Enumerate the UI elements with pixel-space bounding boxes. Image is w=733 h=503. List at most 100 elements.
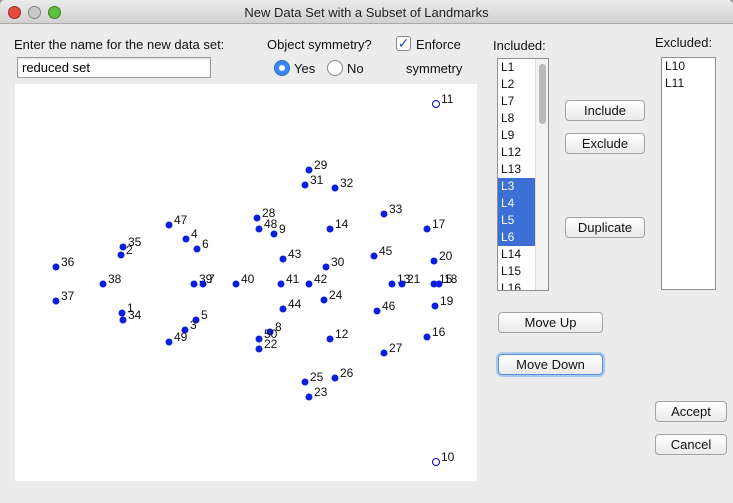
- enforce-label[interactable]: Enforce: [416, 37, 461, 52]
- landmark-label: 31: [310, 173, 324, 187]
- landmark-point[interactable]: [270, 230, 278, 238]
- landmark-point[interactable]: [373, 307, 381, 315]
- excluded-list[interactable]: L10 L11: [661, 57, 716, 290]
- landmark-point[interactable]: [255, 345, 263, 353]
- landmark-point[interactable]: [430, 257, 438, 265]
- landmark-point[interactable]: [423, 333, 431, 341]
- landmark-label: 40: [241, 272, 255, 286]
- landmark-point[interactable]: [165, 338, 173, 346]
- landmark-point[interactable]: [255, 225, 263, 233]
- no-radio[interactable]: [327, 60, 343, 76]
- landmark-label: 24: [329, 288, 343, 302]
- excluded-list-item[interactable]: L11: [662, 75, 715, 92]
- landmark-plot-svg[interactable]: 112931 32332847 48 9 14 17435 62 4543 20303638 39…: [15, 84, 477, 481]
- landmark-point[interactable]: [118, 309, 126, 317]
- landmark-label: 27: [389, 341, 403, 355]
- yes-radio-label[interactable]: Yes: [294, 61, 315, 76]
- landmark-point[interactable]: [432, 100, 440, 108]
- landmark-label: 16: [432, 325, 446, 339]
- landmark-point[interactable]: [370, 252, 378, 260]
- landmark-point[interactable]: [331, 374, 339, 382]
- landmark-point[interactable]: [380, 349, 388, 357]
- landmark-label: 19: [440, 294, 454, 308]
- landmark-label: 43: [288, 247, 302, 261]
- landmark-point[interactable]: [398, 280, 406, 288]
- landmark-point[interactable]: [301, 378, 309, 386]
- symmetry-label: Object symmetry?: [267, 37, 372, 52]
- yes-radio[interactable]: [274, 60, 290, 76]
- landmark-point[interactable]: [190, 280, 198, 288]
- name-label: Enter the name for the new data set:: [14, 37, 225, 52]
- landmark-point[interactable]: [193, 245, 201, 253]
- landmark-label: 22: [264, 337, 278, 351]
- include-button[interactable]: Include: [565, 100, 645, 121]
- landmark-point[interactable]: [326, 225, 334, 233]
- cancel-button[interactable]: Cancel: [655, 434, 727, 455]
- landmark-label: 6: [202, 237, 209, 251]
- scrollbar-thumb[interactable]: [539, 64, 546, 124]
- landmark-point[interactable]: [423, 225, 431, 233]
- landmark-point[interactable]: [435, 280, 443, 288]
- landmark-point[interactable]: [431, 302, 439, 310]
- landmark-point[interactable]: [199, 280, 207, 288]
- landmark-point[interactable]: [119, 316, 127, 324]
- checkmark-icon: ✓: [397, 35, 410, 51]
- landmark-point[interactable]: [182, 235, 190, 243]
- landmark-point[interactable]: [255, 335, 263, 343]
- landmark-point[interactable]: [388, 280, 396, 288]
- included-list[interactable]: L1 L2 L7 L8 L9 L12 L13 L3 L4 L5 L6 L14 L15 L16: [497, 58, 549, 291]
- excluded-items: L10 L11: [662, 58, 715, 92]
- landmark-label: 29: [314, 158, 328, 172]
- landmark-point[interactable]: [279, 305, 287, 313]
- landmark-label: 49: [174, 330, 188, 344]
- landmark-label: 47: [174, 213, 188, 227]
- landmark-point[interactable]: [305, 280, 313, 288]
- landmark-point[interactable]: [331, 184, 339, 192]
- title-bar[interactable]: New Data Set with a Subset of Landmarks: [0, 0, 733, 24]
- no-radio-label[interactable]: No: [347, 61, 364, 76]
- landmark-plot[interactable]: 11 29 31 32 33 28 47 48 9 14 17 4 35 6 2 45 43 20 30 36 38 39…: [15, 84, 477, 481]
- landmark-label: 42: [314, 272, 328, 286]
- landmark-label: 20: [439, 249, 453, 263]
- landmark-label: 26: [340, 366, 354, 380]
- landmark-point[interactable]: [277, 280, 285, 288]
- landmark-point[interactable]: [322, 263, 330, 271]
- landmark-label: 10: [441, 450, 455, 464]
- landmark-label: 12: [335, 327, 349, 341]
- included-scrollbar[interactable]: [535, 59, 548, 290]
- landmark-point[interactable]: [320, 296, 328, 304]
- landmark-label: 37: [61, 289, 75, 303]
- landmark-point[interactable]: [232, 280, 240, 288]
- landmark-point[interactable]: [432, 458, 440, 466]
- landmark-label: 5: [201, 308, 208, 322]
- landmark-label: 34: [128, 308, 142, 322]
- excluded-list-item[interactable]: L10: [662, 58, 715, 75]
- move-down-button[interactable]: Move Down: [498, 354, 603, 375]
- duplicate-button[interactable]: Duplicate: [565, 217, 645, 238]
- landmark-label: 2: [126, 243, 133, 257]
- dataset-name-input[interactable]: [17, 57, 211, 78]
- landmark-point[interactable]: [380, 210, 388, 218]
- landmark-point[interactable]: [165, 221, 173, 229]
- landmark-point[interactable]: [99, 280, 107, 288]
- landmark-label: 38: [108, 272, 122, 286]
- landmark-label: 23: [314, 385, 328, 399]
- landmark-label: 44: [288, 297, 302, 311]
- landmark-label: 18: [444, 272, 458, 286]
- enforce-symmetry-checkbox[interactable]: ✓: [396, 36, 411, 51]
- landmark-point[interactable]: [305, 393, 313, 401]
- landmark-label: 33: [389, 202, 403, 216]
- move-up-button[interactable]: Move Up: [498, 312, 603, 333]
- landmark-point[interactable]: [253, 214, 261, 222]
- landmark-point[interactable]: [326, 335, 334, 343]
- landmark-point[interactable]: [52, 263, 60, 271]
- landmark-point[interactable]: [279, 255, 287, 263]
- landmark-label: 7: [208, 272, 215, 286]
- landmark-point[interactable]: [52, 297, 60, 305]
- accept-button[interactable]: Accept: [655, 401, 727, 422]
- landmark-point[interactable]: [301, 181, 309, 189]
- landmark-point[interactable]: [117, 251, 125, 259]
- landmark-label: 48: [264, 217, 278, 231]
- symmetry-word-label[interactable]: symmetry: [406, 61, 462, 76]
- exclude-button[interactable]: Exclude: [565, 133, 645, 154]
